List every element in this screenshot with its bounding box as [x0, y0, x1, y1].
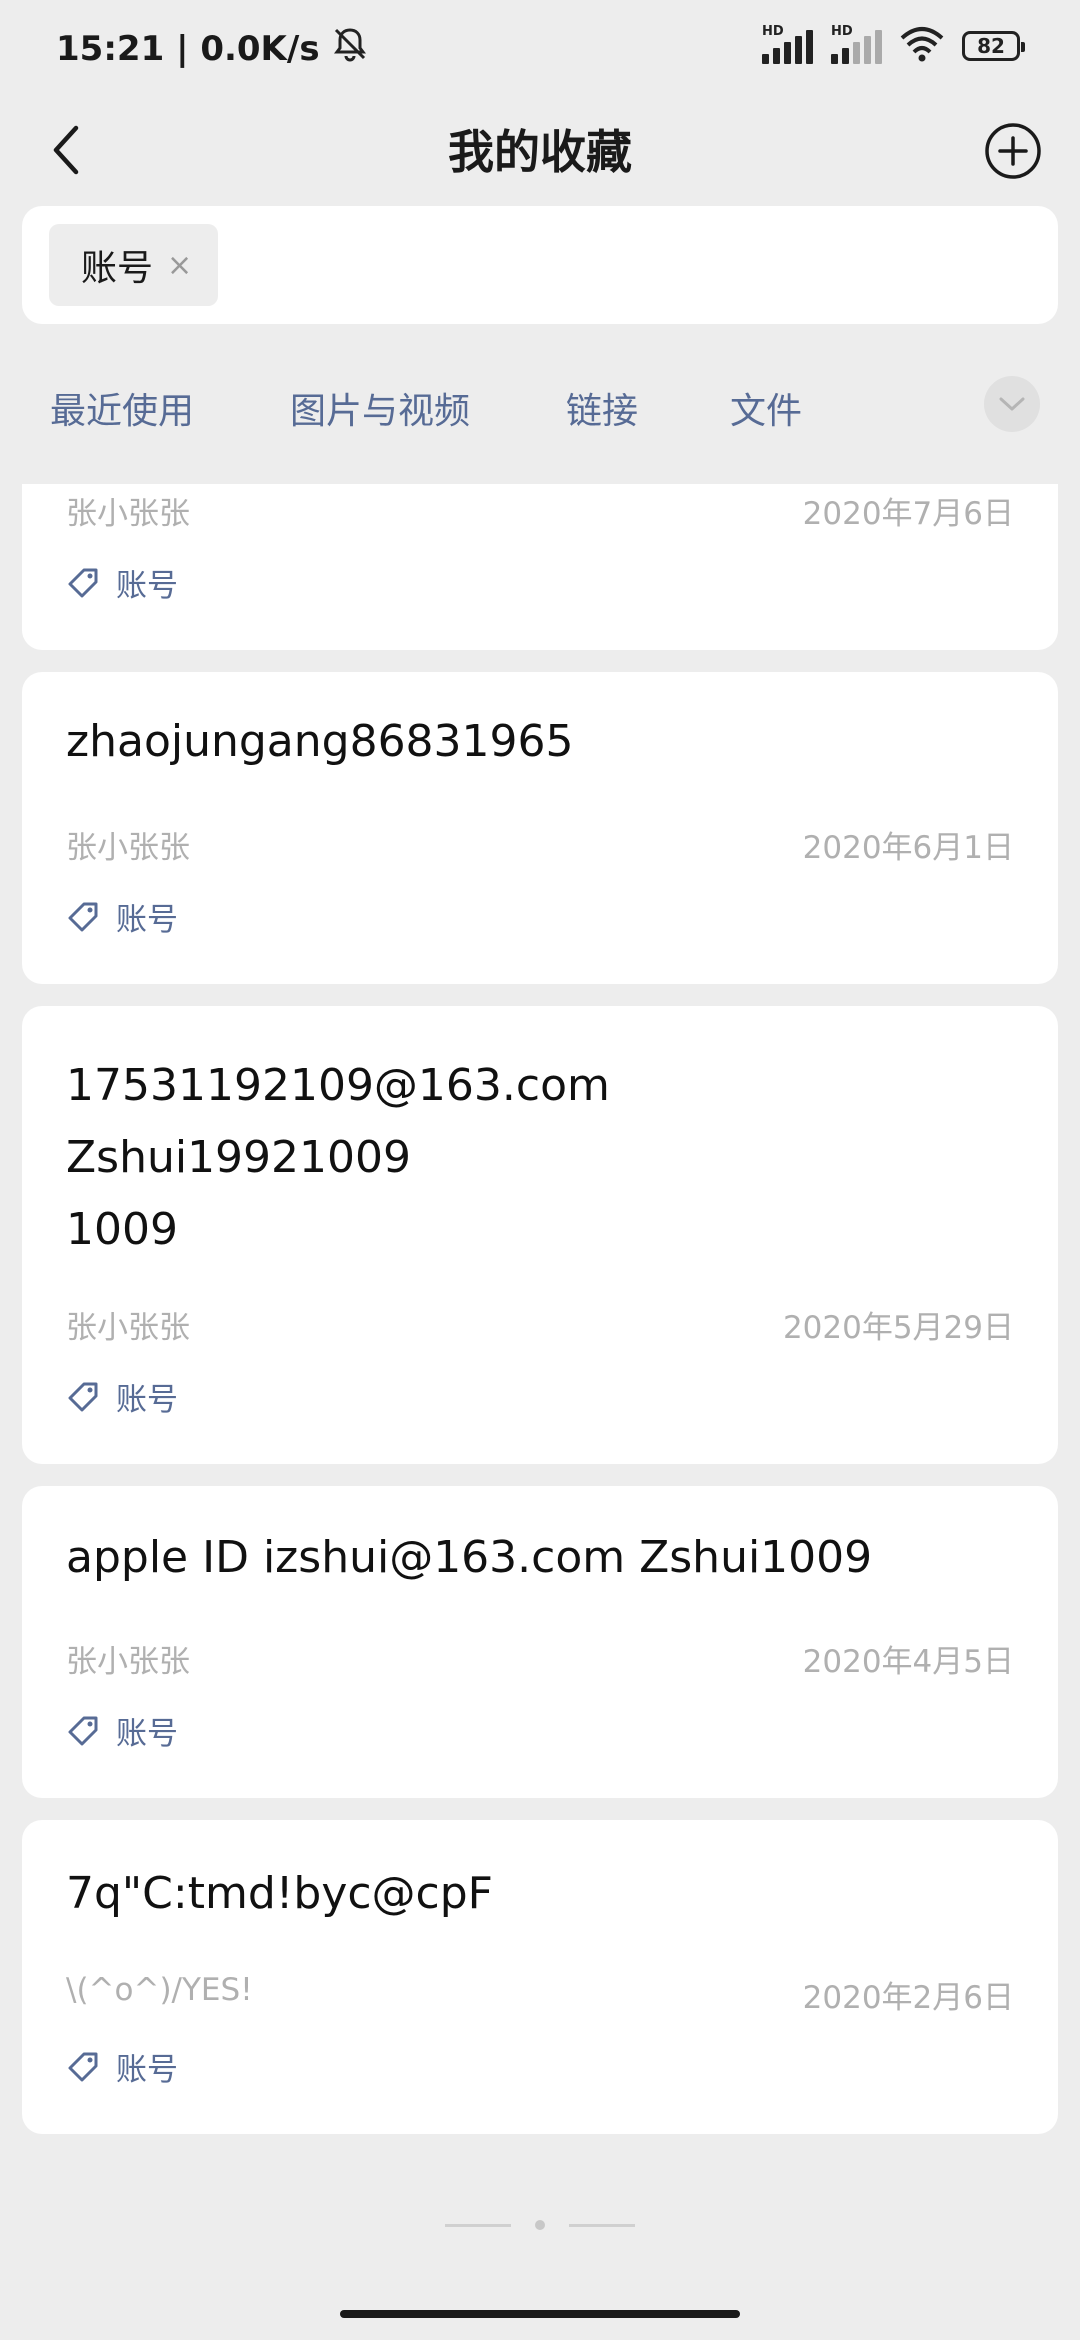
list-item[interactable]: 张小张张 2020年7月6日 账号	[22, 484, 1058, 650]
item-date: 2020年5月29日	[782, 1310, 1014, 1346]
plus-circle-icon	[985, 123, 1041, 179]
item-date: 2020年6月1日	[802, 830, 1014, 866]
page-indicator	[0, 2220, 1080, 2230]
tag-filter-chip[interactable]: 账号 ×	[49, 224, 219, 306]
chevron-down-icon	[999, 397, 1025, 411]
wifi-icon	[900, 26, 944, 66]
list-item[interactable]: 7q"C:tmd!byc@cpF \(^o^)/YES! 2020年2月6日 账…	[22, 1820, 1058, 2134]
tag-icon	[68, 1716, 98, 1745]
item-date: 2020年2月6日	[802, 1980, 1014, 2016]
item-tag[interactable]: 账号	[66, 894, 178, 939]
tag-icon	[68, 1382, 98, 1411]
tag-label: 账号	[116, 2052, 178, 2088]
item-date: 2020年4月5日	[802, 1644, 1014, 1680]
tag-icon	[68, 902, 98, 931]
list-item[interactable]: 17531192109@163.com Zshui19921009 1009 张…	[22, 1006, 1058, 1464]
list-item[interactable]: apple ID izshui@163.com Zshui1009 张小张张 2…	[22, 1486, 1058, 1798]
tab-links[interactable]: 链接	[566, 382, 638, 434]
signal-2-icon: HD	[831, 24, 882, 64]
tag-label: 账号	[116, 1382, 178, 1418]
hd-label: HD	[831, 24, 853, 39]
item-tag[interactable]: 账号	[66, 2044, 178, 2089]
status-time-text: 15:21 | 0.0K/s	[56, 28, 320, 69]
tag-icon	[68, 568, 98, 597]
item-content: 17531192109@163.com Zshui19921009 1009	[66, 1060, 610, 1255]
status-indicators: HD HD 82	[762, 24, 1025, 66]
item-tag[interactable]: 账号	[66, 1374, 178, 1419]
tab-recent[interactable]: 最近使用	[50, 382, 194, 434]
chip-label: 账号	[81, 248, 154, 289]
item-author: 张小张张	[66, 1310, 190, 1346]
nav-bar: 我的收藏	[0, 96, 1080, 206]
tag-label: 账号	[116, 1716, 178, 1752]
tag-label: 账号	[116, 568, 178, 604]
page-title: 我的收藏	[448, 125, 632, 179]
indicator-dash	[445, 2223, 511, 2227]
item-tag[interactable]: 账号	[66, 1708, 178, 1753]
search-filter-box[interactable]: 账号 ×	[22, 206, 1058, 324]
close-icon[interactable]: ×	[167, 248, 192, 283]
item-date: 2020年7月6日	[802, 496, 1014, 532]
tab-files[interactable]: 文件	[730, 382, 802, 434]
category-tabs: 最近使用 图片与视频 链接 文件	[0, 344, 1080, 470]
battery-level: 82	[977, 34, 1005, 58]
hd-label: HD	[762, 24, 784, 39]
tab-images-videos[interactable]: 图片与视频	[290, 382, 470, 434]
indicator-dot	[535, 2220, 545, 2230]
tag-label: 账号	[116, 902, 178, 938]
status-time: 15:21 | 0.0K/s	[56, 24, 370, 73]
mute-bell-icon	[330, 24, 370, 73]
indicator-dash	[569, 2223, 635, 2227]
item-content: 7q"C:tmd!byc@cpF	[66, 1868, 493, 1919]
status-bar: 15:21 | 0.0K/s HD HD 82	[0, 0, 1080, 96]
list-item[interactable]: zhaojungang86831965 张小张张 2020年6月1日 账号	[22, 672, 1058, 984]
item-author: \(^o^)/YES!	[66, 1972, 253, 2008]
item-author: 张小张张	[66, 830, 190, 866]
expand-tabs-button[interactable]	[984, 376, 1040, 432]
signal-1-icon: HD	[762, 24, 813, 64]
home-indicator[interactable]	[340, 2310, 740, 2318]
item-content: zhaojungang86831965	[66, 716, 574, 767]
item-tag[interactable]: 账号	[66, 560, 178, 605]
item-content: apple ID izshui@163.com Zshui1009	[66, 1532, 873, 1583]
item-author: 张小张张	[66, 496, 190, 532]
item-author: 张小张张	[66, 1644, 190, 1680]
add-button[interactable]	[972, 110, 1054, 192]
battery-icon: 82	[962, 31, 1025, 61]
tag-icon	[68, 2052, 98, 2081]
